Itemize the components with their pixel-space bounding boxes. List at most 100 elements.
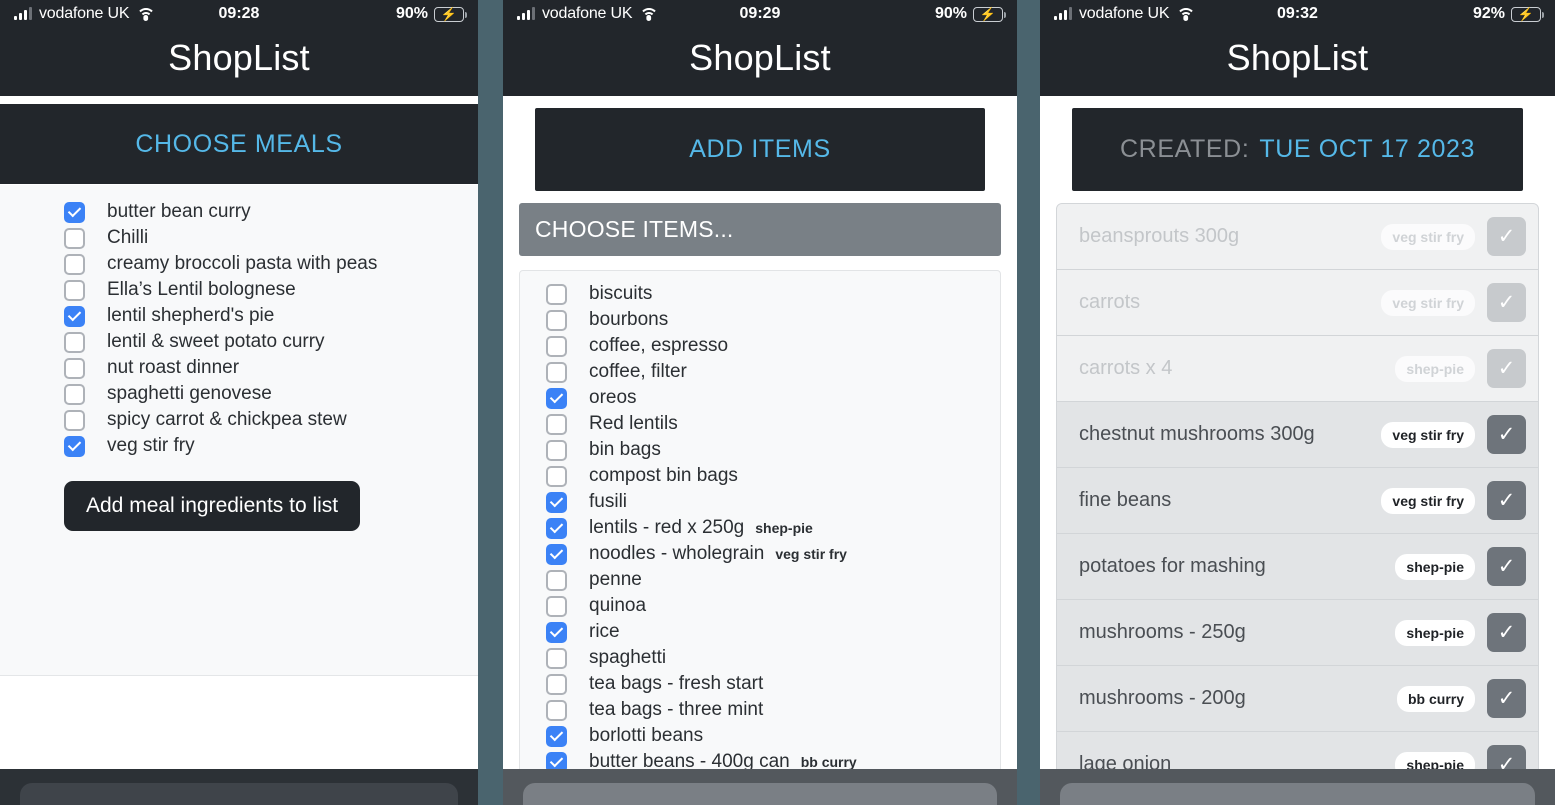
- check-icon[interactable]: ✓: [1487, 349, 1526, 388]
- divider: [0, 96, 478, 104]
- shopping-list-row[interactable]: mushrooms - 250g shep-pie ✓: [1057, 600, 1538, 666]
- meal-row[interactable]: spaghetti genovese: [0, 381, 478, 407]
- item-checkbox[interactable]: [546, 413, 567, 435]
- dock-input-field[interactable]: [523, 783, 997, 805]
- item-checkbox[interactable]: [546, 309, 567, 331]
- add-meal-ingredients-button[interactable]: Add meal ingredients to list: [64, 481, 361, 531]
- meal-row[interactable]: creamy broccoli pasta with peas: [0, 251, 478, 277]
- item-checkbox[interactable]: [546, 387, 567, 409]
- choose-items-header[interactable]: CHOOSE ITEMS...: [519, 203, 1001, 256]
- shopping-rows[interactable]: beansprouts 300g veg stir fry ✓ carrots veg …: [1056, 203, 1539, 804]
- meal-checkbox[interactable]: [64, 409, 85, 431]
- item-checkbox[interactable]: [546, 517, 567, 539]
- dock-input-field[interactable]: [1060, 783, 1535, 805]
- check-icon[interactable]: ✓: [1487, 547, 1526, 586]
- item-row[interactable]: lentils - red x 250g shep-pie: [520, 515, 1000, 541]
- meal-label: veg stir fry: [107, 435, 195, 456]
- dock-input-field[interactable]: [20, 783, 458, 805]
- meal-checkbox[interactable]: [64, 253, 85, 275]
- item-checkbox[interactable]: [546, 491, 567, 513]
- shopping-list-row[interactable]: carrots veg stir fry ✓: [1057, 270, 1538, 336]
- check-icon[interactable]: ✓: [1487, 481, 1526, 520]
- carrier-label: vodafone UK: [1079, 5, 1170, 22]
- item-checkbox[interactable]: [546, 569, 567, 591]
- item-checkbox[interactable]: [546, 699, 567, 721]
- item-label: lentils - red x 250g: [589, 517, 745, 538]
- meal-row[interactable]: Ella’s Lentil bolognese: [0, 277, 478, 303]
- created-banner[interactable]: CREATED: TUE OCT 17 2023: [1072, 108, 1523, 191]
- meal-row[interactable]: lentil & sweet potato curry: [0, 329, 478, 355]
- battery-percent-label: 90%: [934, 5, 967, 22]
- item-checkbox[interactable]: [546, 465, 567, 487]
- meal-checkbox[interactable]: [64, 279, 85, 301]
- item-row[interactable]: compost bin bags: [520, 463, 1000, 489]
- wifi-icon: [639, 7, 659, 21]
- check-icon[interactable]: ✓: [1487, 613, 1526, 652]
- shopping-item-tag: veg stir fry: [1381, 289, 1475, 316]
- item-row[interactable]: spaghetti: [520, 645, 1000, 671]
- meal-row[interactable]: spicy carrot & chickpea stew: [0, 407, 478, 433]
- shopping-list-row[interactable]: chestnut mushrooms 300g veg stir fry ✓: [1057, 402, 1538, 468]
- check-icon[interactable]: ✓: [1487, 283, 1526, 322]
- created-label: CREATED:: [1120, 135, 1250, 163]
- item-row[interactable]: bin bags: [520, 437, 1000, 463]
- item-row[interactable]: coffee, espresso: [520, 333, 1000, 359]
- meal-row[interactable]: veg stir fry: [0, 433, 478, 459]
- meal-checkbox[interactable]: [64, 201, 85, 223]
- choose-meals-button[interactable]: CHOOSE MEALS: [0, 104, 478, 184]
- item-row[interactable]: quinoa: [520, 593, 1000, 619]
- meal-label: nut roast dinner: [107, 357, 240, 378]
- item-row[interactable]: tea bags - three mint: [520, 697, 1000, 723]
- item-row[interactable]: oreos: [520, 385, 1000, 411]
- item-checkbox[interactable]: [546, 673, 567, 695]
- meal-checkbox[interactable]: [64, 435, 85, 457]
- meal-row[interactable]: Chilli: [0, 225, 478, 251]
- item-checkbox[interactable]: [546, 725, 567, 747]
- shopping-list-row[interactable]: mushrooms - 200g bb curry ✓: [1057, 666, 1538, 732]
- item-label: coffee, espresso: [589, 335, 729, 356]
- meal-checkbox[interactable]: [64, 383, 85, 405]
- item-row[interactable]: penne: [520, 567, 1000, 593]
- item-row[interactable]: borlotti beans: [520, 723, 1000, 749]
- meal-row[interactable]: nut roast dinner: [0, 355, 478, 381]
- item-row[interactable]: rice: [520, 619, 1000, 645]
- shopping-list-row[interactable]: beansprouts 300g veg stir fry ✓: [1057, 204, 1538, 270]
- phone-panel-choose-meals: vodafone UK 09:28 90% ⚡ ShopList CHOOSE …: [0, 0, 478, 805]
- item-row[interactable]: coffee, filter: [520, 359, 1000, 385]
- item-label: bin bags: [589, 439, 661, 460]
- add-items-button[interactable]: ADD ITEMS: [535, 108, 985, 191]
- shopping-list-row[interactable]: carrots x 4 shep-pie ✓: [1057, 336, 1538, 402]
- items-list[interactable]: biscuits bourbons coffee, espresso coffee, …: [519, 270, 1001, 805]
- item-checkbox[interactable]: [546, 283, 567, 305]
- item-checkbox[interactable]: [546, 647, 567, 669]
- status-right-group: 90% ⚡: [934, 5, 1007, 23]
- item-checkbox[interactable]: [546, 595, 567, 617]
- meal-row[interactable]: butter bean curry: [0, 199, 478, 225]
- item-checkbox[interactable]: [546, 543, 567, 565]
- item-row[interactable]: bourbons: [520, 307, 1000, 333]
- shopping-list-row[interactable]: fine beans veg stir fry ✓: [1057, 468, 1538, 534]
- check-icon[interactable]: ✓: [1487, 679, 1526, 718]
- meal-checkbox[interactable]: [64, 227, 85, 249]
- item-row[interactable]: tea bags - fresh start: [520, 671, 1000, 697]
- item-checkbox[interactable]: [546, 621, 567, 643]
- item-checkbox[interactable]: [546, 361, 567, 383]
- meal-row[interactable]: lentil shepherd's pie: [0, 303, 478, 329]
- meal-checkbox[interactable]: [64, 305, 85, 327]
- item-row[interactable]: biscuits: [520, 281, 1000, 307]
- item-row[interactable]: fusili: [520, 489, 1000, 515]
- battery-percent-label: 92%: [1472, 5, 1505, 22]
- item-checkbox[interactable]: [546, 439, 567, 461]
- item-checkbox[interactable]: [546, 335, 567, 357]
- shopping-list-row[interactable]: potatoes for mashing shep-pie ✓: [1057, 534, 1538, 600]
- check-icon[interactable]: ✓: [1487, 415, 1526, 454]
- signal-bars-icon: [517, 7, 535, 20]
- item-label: spaghetti: [589, 647, 667, 668]
- item-row[interactable]: noodles - wholegrain veg stir fry: [520, 541, 1000, 567]
- item-row[interactable]: Red lentils: [520, 411, 1000, 437]
- check-icon[interactable]: ✓: [1487, 217, 1526, 256]
- meal-checkbox[interactable]: [64, 331, 85, 353]
- meal-checkbox[interactable]: [64, 357, 85, 379]
- battery-charging-icon: ⚡: [434, 6, 468, 22]
- item-label: compost bin bags: [589, 465, 738, 486]
